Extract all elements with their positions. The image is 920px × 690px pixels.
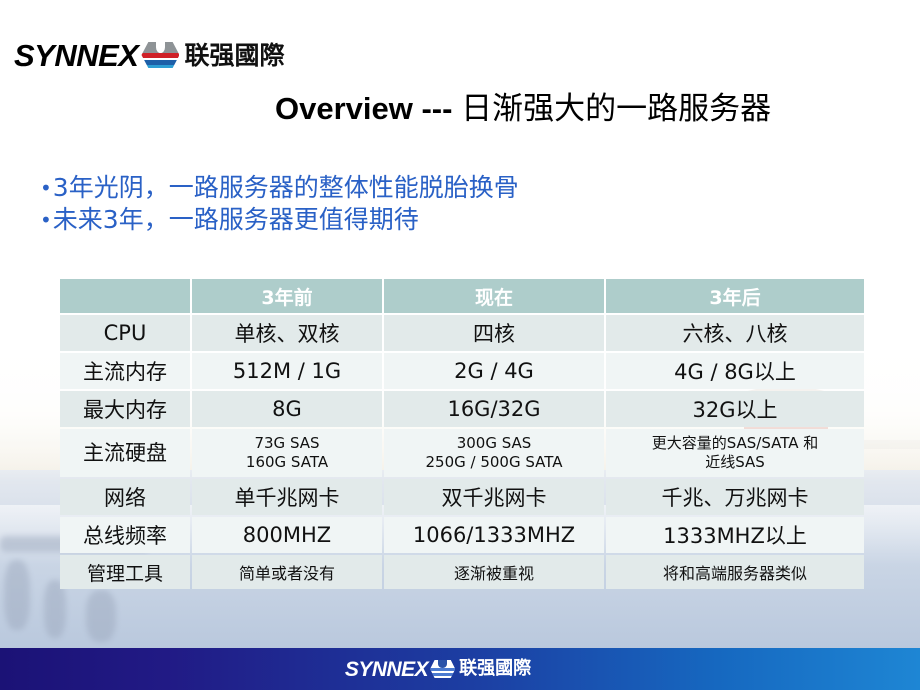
bullet-dot-icon: • bbox=[40, 208, 52, 232]
cell-cpu-future: 六核、八核 bbox=[606, 315, 864, 351]
row-label-max-memory: 最大内存 bbox=[60, 391, 190, 427]
comparison-table: 3年前 现在 3年后 CPU 单核、双核 四核 六核、八核 主流内存 512M … bbox=[58, 277, 866, 591]
footer-logo-wordmark: SYNNEX bbox=[344, 657, 429, 681]
silhouette-shape bbox=[4, 560, 30, 630]
page-title-latin: Overview --- bbox=[275, 91, 453, 126]
cell-cpu-past: 单核、双核 bbox=[192, 315, 382, 351]
cell-disk-future-line1: 更大容量的SAS/SATA 和 bbox=[651, 434, 819, 452]
column-header-now: 现在 bbox=[384, 279, 604, 313]
cell-cpu-now: 四核 bbox=[384, 315, 604, 351]
table-header-row: 3年前 现在 3年后 bbox=[60, 279, 864, 313]
row-label-cpu: CPU bbox=[60, 315, 190, 351]
cell-max-memory-future: 32G以上 bbox=[606, 391, 864, 427]
cell-disk-now-line1: 300G SAS bbox=[456, 434, 532, 452]
table-row: CPU 单核、双核 四核 六核、八核 bbox=[60, 315, 864, 351]
page-title: Overview --- 日渐强大的一路服务器 bbox=[275, 83, 771, 128]
column-header-blank bbox=[60, 279, 190, 313]
cell-management-future: 将和高端服务器类似 bbox=[606, 555, 864, 589]
synnex-hexagon-icon bbox=[430, 660, 456, 678]
cell-management-past: 简单或者没有 bbox=[192, 555, 382, 589]
cell-max-memory-now: 16G/32G bbox=[384, 391, 604, 427]
column-header-future: 3年后 bbox=[606, 279, 864, 313]
table-row: 总线频率 800MHZ 1066/1333MHZ 1333MHZ以上 bbox=[60, 517, 864, 553]
synnex-hexagon-icon bbox=[141, 42, 180, 68]
cell-disk-past-line2: 160G SATA bbox=[245, 453, 329, 471]
footer-logo: SYNNEX 联强國際 bbox=[345, 657, 531, 681]
cell-disk-now-line2: 250G / 500G SATA bbox=[425, 453, 563, 471]
bullet-list: • 3年光阴，一路服务器的整体性能脱胎换骨 • 未来3年，一路服务器更值得期待 bbox=[40, 172, 519, 236]
cell-memory-future: 4G / 8G以上 bbox=[606, 353, 864, 389]
row-label-disk: 主流硬盘 bbox=[60, 429, 190, 477]
cell-disk-now: 300G SAS 250G / 500G SATA bbox=[384, 429, 604, 477]
silhouette-shape bbox=[86, 590, 116, 642]
cell-network-past: 单千兆网卡 bbox=[192, 479, 382, 515]
cell-management-now: 逐渐被重视 bbox=[384, 555, 604, 589]
table-row: 管理工具 简单或者没有 逐渐被重视 将和高端服务器类似 bbox=[60, 555, 864, 589]
cell-memory-now: 2G / 4G bbox=[384, 353, 604, 389]
cell-max-memory-past: 8G bbox=[192, 391, 382, 427]
page-title-cjk: 日渐强大的一路服务器 bbox=[461, 91, 772, 127]
table-row: 最大内存 8G 16G/32G 32G以上 bbox=[60, 391, 864, 427]
column-header-past: 3年前 bbox=[192, 279, 382, 313]
cell-bus-future: 1333MHZ以上 bbox=[606, 517, 864, 553]
table-row: 主流硬盘 73G SAS 160G SATA 300G SAS 250G / 5… bbox=[60, 429, 864, 477]
logo-cjk-text: 联强國際 bbox=[184, 40, 285, 70]
logo-wordmark: SYNNEX bbox=[14, 37, 139, 73]
cell-network-future: 千兆、万兆网卡 bbox=[606, 479, 864, 515]
cell-disk-past: 73G SAS 160G SATA bbox=[192, 429, 382, 477]
table-row: 网络 单千兆网卡 双千兆网卡 千兆、万兆网卡 bbox=[60, 479, 864, 515]
cell-disk-future: 更大容量的SAS/SATA 和 近线SAS bbox=[606, 429, 864, 477]
row-label-bus-frequency: 总线频率 bbox=[60, 517, 190, 553]
row-label-memory: 主流内存 bbox=[60, 353, 190, 389]
footer-bar: SYNNEX 联强國際 bbox=[0, 648, 920, 690]
cell-bus-past: 800MHZ bbox=[192, 517, 382, 553]
header-logo: SYNNEX 联强國際 bbox=[14, 36, 285, 74]
table-row: 主流内存 512M / 1G 2G / 4G 4G / 8G以上 bbox=[60, 353, 864, 389]
row-label-management-tools: 管理工具 bbox=[60, 555, 190, 589]
cell-disk-past-line1: 73G SAS bbox=[254, 434, 320, 452]
bullet-text: 未来3年，一路服务器更值得期待 bbox=[52, 205, 419, 234]
bullet-text: 3年光阴，一路服务器的整体性能脱胎换骨 bbox=[52, 173, 519, 202]
cell-network-now: 双千兆网卡 bbox=[384, 479, 604, 515]
cell-memory-past: 512M / 1G bbox=[192, 353, 382, 389]
slide: SYNNEX 联强國際 Overview --- 日渐强大的一路服务器 • 3年… bbox=[0, 0, 920, 690]
bullet-dot-icon: • bbox=[40, 176, 52, 200]
footer-logo-cjk-text: 联强國際 bbox=[459, 658, 532, 679]
row-label-network: 网络 bbox=[60, 479, 190, 515]
list-item: • 未来3年，一路服务器更值得期待 bbox=[40, 204, 519, 236]
list-item: • 3年光阴，一路服务器的整体性能脱胎换骨 bbox=[40, 172, 519, 204]
cell-disk-future-line2: 近线SAS bbox=[705, 453, 765, 471]
cell-bus-now: 1066/1333MHZ bbox=[384, 517, 604, 553]
